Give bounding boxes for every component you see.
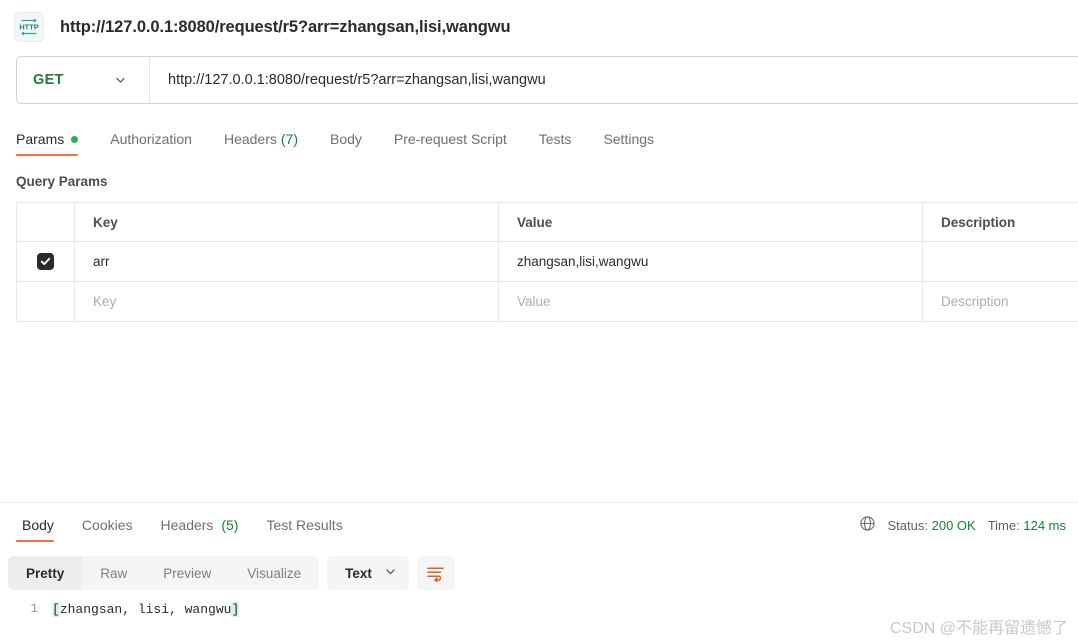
tab-pre-request-script[interactable]: Pre-request Script bbox=[378, 131, 523, 156]
request-url-input[interactable]: http://127.0.0.1:8080/request/r5?arr=zha… bbox=[150, 57, 1078, 103]
query-params-heading: Query Params bbox=[16, 174, 108, 189]
view-visualize-button[interactable]: Visualize bbox=[229, 556, 319, 590]
tab-body-label: Body bbox=[330, 131, 362, 147]
response-tab-headers-count: (5) bbox=[221, 517, 239, 533]
tab-settings[interactable]: Settings bbox=[587, 131, 670, 156]
http-method-select[interactable]: GET bbox=[17, 57, 149, 103]
param-description-input[interactable] bbox=[923, 242, 1078, 281]
view-preview-button[interactable]: Preview bbox=[145, 556, 229, 590]
response-tab-body-label: Body bbox=[22, 517, 54, 533]
tab-pre-request-script-label: Pre-request Script bbox=[393, 131, 507, 147]
tab-body[interactable]: Body bbox=[314, 131, 378, 156]
time-value: 124 ms bbox=[1023, 517, 1066, 533]
new-param-key-placeholder: Key bbox=[93, 294, 117, 309]
response-format-select[interactable]: Text bbox=[327, 556, 409, 590]
table-header-row: Key Value Description bbox=[17, 203, 1078, 242]
chevron-down-icon bbox=[114, 74, 127, 87]
new-param-value-placeholder: Value bbox=[517, 294, 551, 309]
params-modified-dot bbox=[71, 135, 79, 143]
header-cell-key: Key bbox=[75, 203, 499, 241]
new-param-key-input[interactable]: Key bbox=[75, 282, 499, 321]
param-enabled-checkbox[interactable] bbox=[37, 253, 54, 270]
http-icon: HTTP bbox=[14, 12, 44, 42]
response-tab-test-results[interactable]: Test Results bbox=[252, 517, 356, 542]
response-tabs: Body Cookies Headers (5) Test Results bbox=[8, 517, 357, 542]
chevron-down-icon bbox=[384, 565, 397, 581]
response-tab-headers[interactable]: Headers (5) bbox=[147, 517, 253, 542]
param-key-input[interactable]: arr bbox=[75, 242, 499, 281]
param-value-value: zhangsan,lisi,wangwu bbox=[517, 254, 649, 269]
view-pretty-button[interactable]: Pretty bbox=[8, 556, 83, 590]
response-tab-headers-label: Headers bbox=[160, 517, 214, 533]
response-section-divider bbox=[0, 502, 1078, 503]
header-cell-value: Value bbox=[499, 203, 923, 241]
wrap-lines-icon bbox=[427, 566, 445, 582]
status-label: Status: bbox=[887, 517, 928, 533]
new-param-value-input[interactable]: Value bbox=[499, 282, 923, 321]
response-body-viewer[interactable]: 1 [zhangsan, lisi, wangwu] bbox=[0, 598, 1078, 644]
header-cell-description: Description bbox=[923, 203, 1078, 241]
request-tabs: Params Authorization Headers (7) Body Pr… bbox=[16, 122, 1078, 156]
window-title-bar: HTTP http://127.0.0.1:8080/request/r5?ar… bbox=[0, 0, 1078, 52]
tab-authorization[interactable]: Authorization bbox=[94, 131, 208, 156]
status-badge: Status: 200 OK bbox=[888, 518, 976, 533]
tab-authorization-label: Authorization bbox=[110, 131, 192, 147]
response-tabs-row: Body Cookies Headers (5) Test Results St… bbox=[0, 508, 1078, 542]
close-bracket: ] bbox=[231, 602, 240, 617]
param-value-input[interactable]: zhangsan,lisi,wangwu bbox=[499, 242, 923, 281]
open-bracket: [ bbox=[52, 602, 60, 617]
param-key-value: arr bbox=[93, 254, 110, 269]
row-checkbox-cell bbox=[17, 242, 75, 281]
body-text: zhangsan, lisi, wangwu bbox=[59, 602, 232, 617]
response-tab-cookies-label: Cookies bbox=[81, 517, 133, 533]
time-label: Time: bbox=[987, 517, 1020, 533]
header-cell-checkbox bbox=[17, 203, 75, 241]
tab-params[interactable]: Params bbox=[16, 131, 94, 156]
new-param-description-placeholder: Description bbox=[941, 294, 1009, 309]
response-meta: Status: 200 OK Time: 124 ms bbox=[859, 515, 1078, 542]
code-line: 1 [zhangsan, lisi, wangwu] bbox=[0, 598, 1078, 617]
http-method-label: GET bbox=[33, 72, 64, 88]
tab-params-label: Params bbox=[16, 131, 65, 147]
wrap-lines-button[interactable] bbox=[416, 556, 455, 590]
row-checkbox-cell-empty bbox=[17, 282, 75, 321]
tab-headers-count: (7) bbox=[280, 131, 298, 147]
response-tab-cookies[interactable]: Cookies bbox=[68, 517, 147, 542]
response-tab-body[interactable]: Body bbox=[8, 517, 68, 542]
tab-headers-label: Headers bbox=[223, 131, 277, 147]
response-tab-test-results-label: Test Results bbox=[266, 517, 343, 533]
tab-settings-label: Settings bbox=[603, 131, 655, 147]
svg-text:HTTP: HTTP bbox=[19, 23, 38, 32]
status-value: 200 OK bbox=[931, 517, 976, 533]
time-badge: Time: 124 ms bbox=[988, 518, 1066, 533]
tab-tests-label: Tests bbox=[538, 131, 572, 147]
new-param-description-input[interactable]: Description bbox=[923, 282, 1078, 321]
line-number: 1 bbox=[30, 602, 38, 616]
response-view-switcher: Pretty Raw Preview Visualize bbox=[8, 556, 320, 590]
view-raw-button[interactable]: Raw bbox=[82, 556, 145, 590]
tab-tests[interactable]: Tests bbox=[523, 131, 588, 156]
globe-icon bbox=[859, 515, 876, 535]
page-title: http://127.0.0.1:8080/request/r5?arr=zha… bbox=[60, 17, 511, 36]
request-url-bar: GET http://127.0.0.1:8080/request/r5?arr… bbox=[16, 56, 1078, 104]
query-params-table: Key Value Description arr zhangsan,lisi,… bbox=[16, 202, 1078, 322]
response-body-content: [zhangsan, lisi, wangwu] bbox=[52, 602, 240, 617]
table-row: Key Value Description bbox=[17, 282, 1078, 322]
tab-headers[interactable]: Headers (7) bbox=[208, 131, 314, 156]
response-toolbar: Pretty Raw Preview Visualize Text bbox=[8, 556, 455, 590]
response-format-label: Text bbox=[345, 565, 372, 581]
table-row: arr zhangsan,lisi,wangwu bbox=[17, 242, 1078, 282]
